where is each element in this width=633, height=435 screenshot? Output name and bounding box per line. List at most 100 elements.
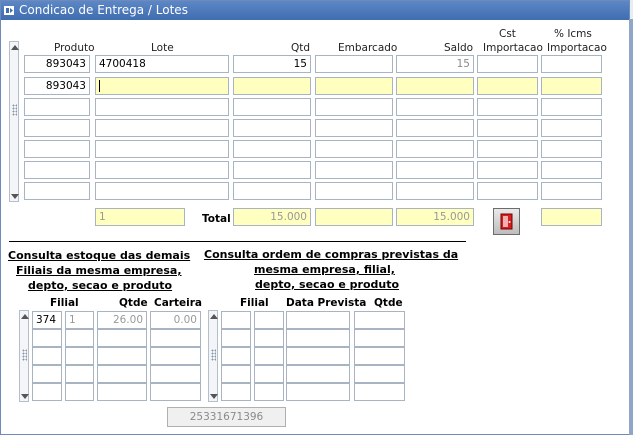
stock-row3-carteira[interactable] [150,347,201,365]
scroll-grip-icon[interactable] [12,104,17,116]
scroll-down-icon[interactable] [21,392,29,400]
stock-row4-filial[interactable] [32,365,62,383]
row2-cst[interactable] [477,77,538,95]
scroll-up-icon[interactable] [210,313,218,321]
stock-row3-filial[interactable] [32,347,62,365]
row4-lote[interactable] [95,119,229,137]
purchase-row1-code[interactable] [254,311,284,329]
purchase-row4-code[interactable] [254,365,284,383]
stock-row5-code[interactable] [65,383,94,401]
row6-saldo[interactable] [396,161,474,179]
row1-qtd[interactable]: 15 [233,55,311,73]
stock-row3-code[interactable] [65,347,94,365]
purchase-row1-data[interactable] [286,311,350,329]
row2-icms[interactable] [541,77,602,95]
scroll-down-icon[interactable] [11,192,19,200]
row7-embarcado[interactable] [315,182,393,200]
stock-row2-code[interactable] [65,329,94,347]
row7-qtd[interactable] [233,182,311,200]
row6-lote[interactable] [95,161,229,179]
purchase-row3-qtde[interactable] [354,347,405,365]
row4-embarcado[interactable] [315,119,393,137]
stock-row2-filial[interactable] [32,329,62,347]
row4-qtd[interactable] [233,119,311,137]
stock-row1-filial[interactable]: 374 [32,311,62,329]
row7-lote[interactable] [95,182,229,200]
row3-icms[interactable] [541,98,602,116]
row7-icms[interactable] [541,182,602,200]
row7-saldo[interactable] [396,182,474,200]
row6-embarcado[interactable] [315,161,393,179]
row5-embarcado[interactable] [315,140,393,158]
exit-button[interactable] [493,208,520,235]
row3-qtd[interactable] [233,98,311,116]
row7-cst[interactable] [477,182,538,200]
purchase-row2-filial[interactable] [221,329,251,347]
row5-qtd[interactable] [233,140,311,158]
purchase-row1-filial[interactable] [221,311,251,329]
stock-row1-code[interactable]: 1 [65,311,94,329]
row5-icms[interactable] [541,140,602,158]
row2-lote[interactable] [95,77,229,95]
row6-qtd[interactable] [233,161,311,179]
row3-lote[interactable] [95,98,229,116]
row1-cst[interactable] [477,55,538,73]
purchase-scrollbar[interactable] [208,310,218,402]
row5-lote[interactable] [95,140,229,158]
row7-produto[interactable] [24,182,90,200]
scroll-grip-icon[interactable] [22,349,27,361]
row6-cst[interactable] [477,161,538,179]
row5-saldo[interactable] [396,140,474,158]
stock-row5-qtde[interactable] [97,383,147,401]
purchase-row2-code[interactable] [254,329,284,347]
row2-produto[interactable]: 893043 [24,77,90,95]
stock-row1-qtde[interactable]: 26.00 [97,311,147,329]
stock-row3-qtde[interactable] [97,347,147,365]
lotes-scrollbar[interactable] [9,41,19,202]
scroll-up-icon[interactable] [21,313,29,321]
stock-row4-code[interactable] [65,365,94,383]
purchase-row1-qtde[interactable] [354,311,405,329]
row3-produto[interactable] [24,98,90,116]
row2-saldo[interactable] [396,77,474,95]
row2-qtd[interactable] [233,77,311,95]
row5-cst[interactable] [477,140,538,158]
row5-produto[interactable] [24,140,90,158]
row3-saldo[interactable] [396,98,474,116]
purchase-row2-data[interactable] [286,329,350,347]
row1-icms[interactable] [541,55,602,73]
row1-saldo[interactable]: 15 [396,55,474,73]
row4-cst[interactable] [477,119,538,137]
scroll-down-icon[interactable] [210,392,218,400]
row2-embarcado[interactable] [315,77,393,95]
row3-embarcado[interactable] [315,98,393,116]
purchase-row3-filial[interactable] [221,347,251,365]
purchase-row5-filial[interactable] [221,383,251,401]
purchase-row5-qtde[interactable] [354,383,405,401]
stock-row4-carteira[interactable] [150,365,201,383]
row6-icms[interactable] [541,161,602,179]
row3-cst[interactable] [477,98,538,116]
purchase-row4-qtde[interactable] [354,365,405,383]
stock-row2-qtde[interactable] [97,329,147,347]
row4-saldo[interactable] [396,119,474,137]
purchase-row5-code[interactable] [254,383,284,401]
stock-scrollbar[interactable] [19,310,29,402]
purchase-row4-filial[interactable] [221,365,251,383]
row4-produto[interactable] [24,119,90,137]
stock-row4-qtde[interactable] [97,365,147,383]
purchase-row3-data[interactable] [286,347,350,365]
stock-row5-carteira[interactable] [150,383,201,401]
purchase-row2-qtde[interactable] [354,329,405,347]
purchase-row4-data[interactable] [286,365,350,383]
stock-row1-carteira[interactable]: 0.00 [150,311,201,329]
row6-produto[interactable] [24,161,90,179]
scroll-up-icon[interactable] [11,44,19,52]
row1-lote[interactable]: 4700418 [95,55,229,73]
purchase-row3-code[interactable] [254,347,284,365]
scroll-grip-icon[interactable] [211,349,216,361]
row1-embarcado[interactable] [315,55,393,73]
purchase-row5-data[interactable] [286,383,350,401]
stock-row2-carteira[interactable] [150,329,201,347]
row4-icms[interactable] [541,119,602,137]
